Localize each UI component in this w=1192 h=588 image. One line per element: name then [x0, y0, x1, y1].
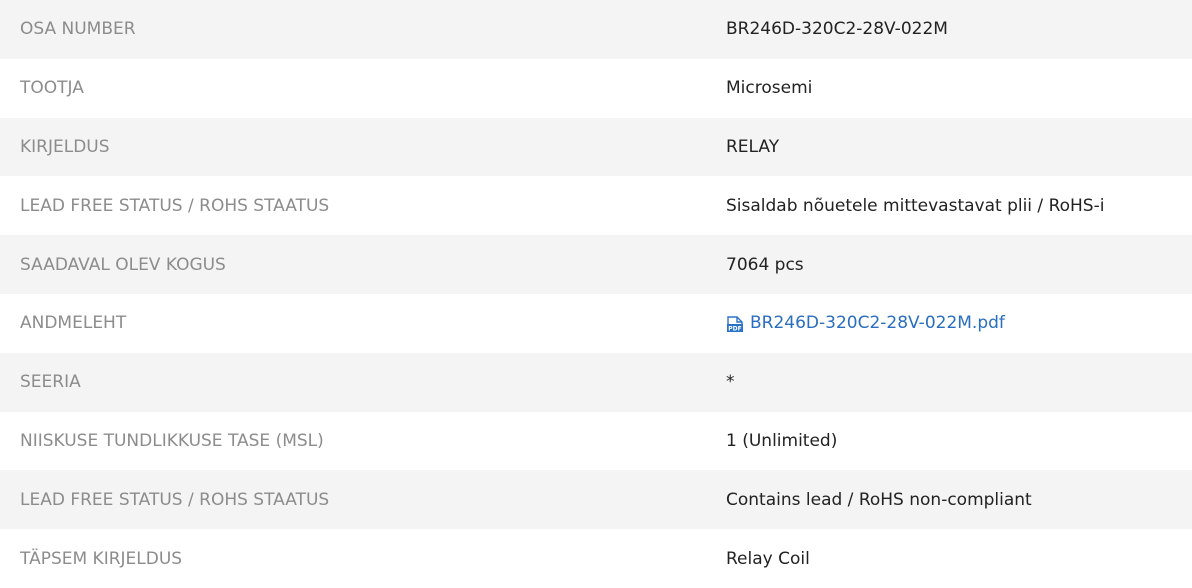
spec-value: RELAY [726, 136, 780, 157]
spec-row-detailed-description: TÄPSEM KIRJELDUS Relay Coil [0, 529, 1192, 588]
spec-value: Contains lead / RoHS non-compliant [726, 489, 1032, 510]
datasheet-link-container: PDF BR246D-320C2-28V-022M.pdf [726, 313, 1005, 333]
spec-value: Microsemi [726, 78, 813, 99]
spec-row-part-number: OSA NUMBER BR246D-320C2-28V-022M [0, 0, 1192, 59]
spec-label: TÄPSEM KIRJELDUS [20, 548, 183, 569]
spec-row-series: SEERIA * [0, 352, 1192, 412]
spec-label: LEAD FREE STATUS / ROHS STAATUS [20, 489, 330, 510]
product-spec-table: OSA NUMBER BR246D-320C2-28V-022M TOOTJA … [0, 0, 1192, 588]
spec-value: 1 (Unlimited) [726, 430, 838, 451]
spec-value: BR246D-320C2-28V-022M [726, 19, 948, 40]
spec-value: 7064 pcs [726, 254, 804, 275]
spec-row-rohs-status: LEAD FREE STATUS / ROHS STAATUS Sisaldab… [0, 176, 1192, 236]
spec-row-manufacturer: TOOTJA Microsemi [0, 58, 1192, 118]
spec-label: SEERIA [20, 372, 81, 393]
spec-label: TOOTJA [20, 78, 84, 99]
spec-value: Sisaldab nõuetele mittevastavat plii / R… [726, 195, 1105, 216]
spec-row-available-quantity: SAADAVAL OLEV KOGUS 7064 pcs [0, 235, 1192, 294]
spec-row-datasheet: ANDMELEHT PDF BR246D-320C2-28V-022M.pdf [0, 293, 1192, 353]
spec-label: KIRJELDUS [20, 136, 110, 157]
svg-text:PDF: PDF [728, 326, 741, 333]
pdf-icon[interactable]: PDF [726, 315, 744, 333]
spec-label: ANDMELEHT [20, 313, 127, 334]
spec-value: Relay Coil [726, 548, 810, 569]
spec-label: OSA NUMBER [20, 19, 136, 40]
datasheet-link[interactable]: BR246D-320C2-28V-022M.pdf [750, 313, 1005, 333]
spec-row-rohs-status-2: LEAD FREE STATUS / ROHS STAATUS Contains… [0, 470, 1192, 530]
spec-row-description: KIRJELDUS RELAY [0, 117, 1192, 177]
spec-label: LEAD FREE STATUS / ROHS STAATUS [20, 195, 330, 216]
spec-value: * [726, 372, 735, 393]
spec-label: SAADAVAL OLEV KOGUS [20, 254, 226, 275]
spec-label: NIISKUSE TUNDLIKKUSE TASE (MSL) [20, 430, 324, 451]
spec-row-msl: NIISKUSE TUNDLIKKUSE TASE (MSL) 1 (Unlim… [0, 411, 1192, 471]
